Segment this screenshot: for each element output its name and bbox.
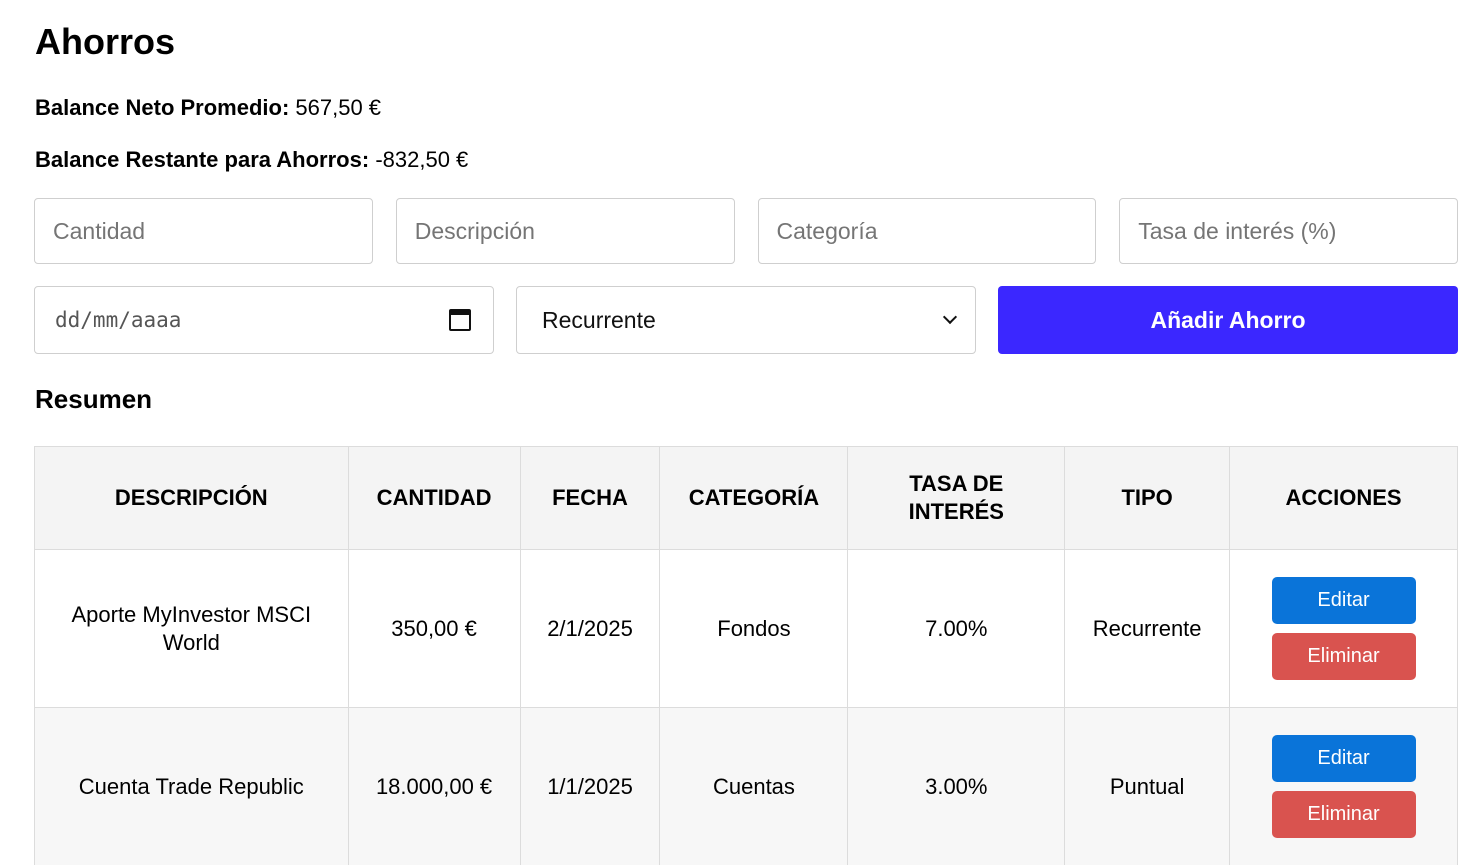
edit-button[interactable]: Editar — [1271, 735, 1416, 782]
column-header-amount: CANTIDAD — [347, 446, 521, 550]
delete-button[interactable]: Eliminar — [1271, 633, 1416, 680]
chevron-down-icon — [942, 309, 958, 325]
category-input[interactable]: Categoría — [757, 198, 1097, 264]
cell-type: Recurrente — [1064, 549, 1231, 708]
type-select-value: Recurrente — [542, 306, 656, 333]
column-header-actions: ACCIONES — [1229, 446, 1458, 550]
net-balance: Balance Neto Promedio: 567,50 € — [35, 95, 381, 121]
add-saving-button[interactable]: Añadir Ahorro — [998, 286, 1458, 354]
savings-table: DESCRIPCIÓN CANTIDAD FECHA CATEGORÍA TAS… — [34, 446, 1458, 865]
type-select[interactable]: Recurrente — [516, 286, 976, 354]
description-input[interactable]: Descripción — [395, 198, 735, 264]
remaining-balance: Balance Restante para Ahorros: -832,50 € — [35, 147, 468, 173]
cell-date: 2/1/2025 — [519, 549, 661, 708]
summary-heading: Resumen — [35, 384, 153, 414]
remaining-balance-label: Balance Restante para Ahorros: — [35, 147, 370, 172]
remaining-balance-value: -832,50 € — [375, 147, 469, 172]
cell-actions: Editar Eliminar — [1229, 707, 1458, 865]
cell-description: Aporte MyInvestor MSCI World — [34, 549, 349, 708]
page-title: Ahorros — [35, 21, 176, 62]
cell-type: Puntual — [1064, 707, 1231, 865]
column-header-date: FECHA — [519, 446, 661, 550]
amount-input[interactable]: Cantidad — [34, 198, 373, 264]
column-header-type: TIPO — [1064, 446, 1231, 550]
cell-interest-rate: 3.00% — [847, 707, 1066, 865]
column-header-category: CATEGORÍA — [659, 446, 849, 550]
date-placeholder: dd/mm/aaaa — [55, 308, 182, 332]
net-balance-label: Balance Neto Promedio: — [35, 95, 290, 120]
table-row: Aporte MyInvestor MSCI World 350,00 € 2/… — [34, 549, 1458, 708]
cell-date: 1/1/2025 — [519, 707, 661, 865]
column-header-interest-rate: TASA DE INTERÉS — [847, 446, 1066, 550]
cell-amount: 350,00 € — [347, 549, 521, 708]
interest-rate-input[interactable]: Tasa de interés (%) — [1119, 198, 1458, 264]
cell-actions: Editar Eliminar — [1229, 549, 1458, 708]
form-row-2: dd/mm/aaaa Recurrente Añadir Ahorro — [34, 286, 1458, 354]
cell-description: Cuenta Trade Republic — [34, 707, 349, 865]
column-header-description: DESCRIPCIÓN — [34, 446, 349, 550]
delete-button[interactable]: Eliminar — [1271, 791, 1416, 838]
cell-category: Fondos — [659, 549, 849, 708]
net-balance-value: 567,50 € — [295, 95, 382, 120]
cell-amount: 18.000,00 € — [347, 707, 521, 865]
edit-button[interactable]: Editar — [1271, 577, 1416, 624]
cell-category: Cuentas — [659, 707, 849, 865]
table-header-row: DESCRIPCIÓN CANTIDAD FECHA CATEGORÍA TAS… — [34, 446, 1458, 550]
table-row: Cuenta Trade Republic 18.000,00 € 1/1/20… — [34, 707, 1458, 865]
form-row-1: Cantidad Descripción Categoría Tasa de i… — [34, 198, 1458, 264]
date-input[interactable]: dd/mm/aaaa — [34, 286, 494, 354]
calendar-icon[interactable] — [449, 309, 471, 331]
cell-interest-rate: 7.00% — [847, 549, 1066, 708]
